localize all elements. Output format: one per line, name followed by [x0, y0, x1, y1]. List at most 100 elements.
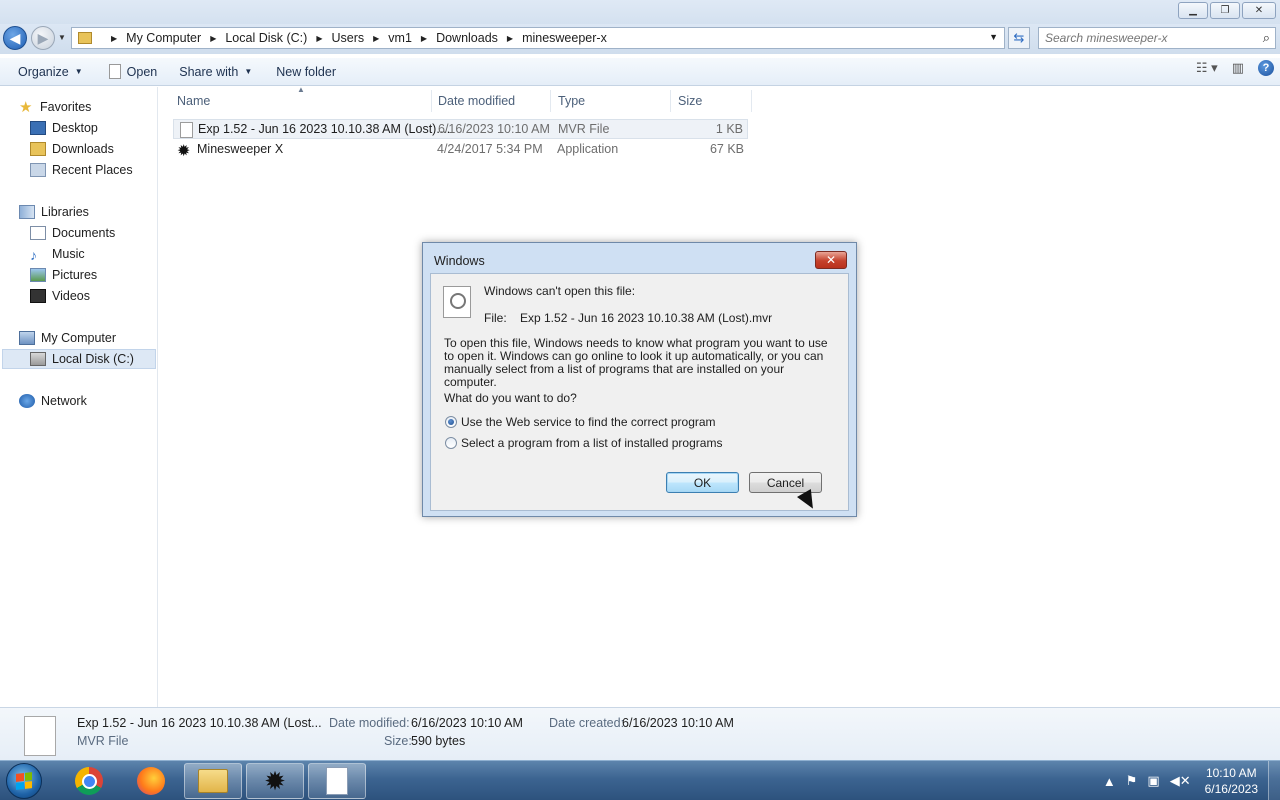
breadcrumb-separator-icon[interactable]: ▶: [421, 34, 427, 43]
taskbar-open-with[interactable]: [308, 763, 366, 799]
details-file-type: MVR File: [77, 734, 129, 748]
back-arrow-icon: ◀: [9, 29, 21, 46]
new-folder-button[interactable]: New folder: [268, 59, 344, 85]
search-input[interactable]: [1045, 31, 1245, 45]
breadcrumb-separator-icon[interactable]: ▶: [210, 34, 216, 43]
breadcrumb-separator-icon[interactable]: ▶: [373, 34, 379, 43]
file-row-minesweeper[interactable]: ✹ Minesweeper X 4/24/2017 5:34 PM Applic…: [173, 140, 748, 160]
breadcrumb-minesweeper-x[interactable]: minesweeper-x: [522, 31, 607, 45]
chrome-icon: [75, 767, 103, 795]
file-size: 1 KB: [715, 122, 743, 136]
sidebar-item-libraries[interactable]: Libraries: [19, 202, 89, 222]
address-dropdown-icon[interactable]: ▼: [989, 32, 998, 42]
search-icon[interactable]: ⌕: [1263, 30, 1270, 46]
action-center-flag-icon[interactable]: ⚑: [1126, 773, 1138, 789]
chevron-down-icon: ▼: [244, 67, 253, 76]
clock-date: 6/16/2023: [1204, 782, 1258, 796]
help-icon[interactable]: ?: [1258, 60, 1274, 76]
back-button[interactable]: ◀: [3, 26, 27, 50]
sidebar-item-music[interactable]: ♪ Music: [30, 244, 85, 264]
network-status-icon[interactable]: ▣: [1147, 773, 1159, 789]
sidebar-item-documents[interactable]: Documents: [30, 223, 115, 243]
breadcrumb-separator-icon[interactable]: ▶: [507, 34, 513, 43]
sidebar-item-downloads[interactable]: Downloads: [30, 139, 114, 159]
file-name: Minesweeper X: [197, 142, 284, 156]
file-row-mvr[interactable]: Exp 1.52 - Jun 16 2023 10.10.38 AM (Lost…: [173, 119, 748, 139]
breadcrumb-local-disk[interactable]: Local Disk (C:): [225, 31, 307, 45]
magnifier-file-icon: [443, 286, 471, 318]
column-header-name[interactable]: Name: [173, 90, 432, 112]
show-hidden-icons-icon[interactable]: ▲: [1103, 774, 1116, 789]
mine-icon: ✹: [264, 765, 286, 796]
breadcrumb-vm1[interactable]: vm1: [388, 31, 412, 45]
music-icon: ♪: [30, 247, 37, 263]
forward-button[interactable]: ▶: [31, 26, 55, 50]
sidebar-item-network[interactable]: Network: [19, 391, 87, 411]
clock[interactable]: 10:10 AM 6/16/2023: [1205, 765, 1258, 797]
radio-web-service[interactable]: Use the Web service to find the correct …: [445, 415, 716, 429]
column-header-size[interactable]: Size: [674, 90, 752, 112]
minimize-button[interactable]: ▁: [1178, 2, 1208, 19]
start-button[interactable]: [6, 763, 42, 799]
restore-icon: ❐: [1220, 5, 1230, 16]
breadcrumb-my-computer[interactable]: My Computer: [126, 31, 201, 45]
address-bar[interactable]: ▶ My Computer ▶ Local Disk (C:) ▶ Users …: [71, 27, 1005, 49]
column-header-label: Date modified: [438, 94, 516, 108]
organize-button[interactable]: Organize ▼: [10, 59, 91, 85]
sidebar-item-label: Desktop: [52, 121, 98, 135]
videos-icon: [30, 289, 46, 303]
taskbar-minesweeper[interactable]: ✹: [246, 763, 304, 799]
file-size: 67 KB: [709, 142, 744, 156]
radio-selected-icon[interactable]: [445, 416, 457, 428]
windows-logo-icon: [16, 772, 32, 790]
libraries-icon: [19, 205, 35, 219]
sidebar-item-label: Documents: [52, 226, 116, 240]
dialog-close-button[interactable]: ✕: [815, 251, 847, 269]
sidebar-item-videos[interactable]: Videos: [30, 286, 90, 306]
breadcrumb-separator-icon[interactable]: ▶: [316, 34, 322, 43]
dialog-body: Windows can't open this file: File: Exp …: [430, 273, 849, 511]
hard-disk-icon: [30, 352, 46, 366]
share-with-button[interactable]: Share with ▼: [171, 59, 260, 85]
breadcrumb-downloads[interactable]: Downloads: [436, 31, 498, 45]
breadcrumb-separator-icon[interactable]: ▶: [111, 34, 117, 43]
sidebar-item-local-disk[interactable]: Local Disk (C:): [2, 349, 156, 369]
ok-button[interactable]: OK: [666, 472, 739, 493]
show-desktop-button[interactable]: [1268, 761, 1280, 800]
recent-places-icon: [30, 163, 46, 177]
file-date-modified: 6/16/2023 10:10 AM: [438, 122, 550, 136]
column-header-type[interactable]: Type: [554, 90, 671, 112]
details-size: 590 bytes: [411, 734, 466, 748]
window-controls: ▁ ❐ ✕: [1178, 2, 1276, 19]
recent-pages-dropdown[interactable]: ▼: [58, 33, 66, 42]
breadcrumb-users[interactable]: Users: [331, 31, 364, 45]
radio-unselected-icon[interactable]: [445, 437, 457, 449]
volume-muted-icon[interactable]: ◀✕: [1170, 773, 1191, 789]
radio-installed-programs[interactable]: Select a program from a list of installe…: [445, 436, 722, 450]
column-header-date-modified[interactable]: Date modified: [434, 90, 551, 112]
desktop-icon: [30, 121, 46, 135]
taskbar-firefox[interactable]: [122, 763, 180, 799]
refresh-button[interactable]: ⇆: [1008, 27, 1030, 49]
dialog-file-name: Exp 1.52 - Jun 16 2023 10.10.38 AM (Lost…: [520, 311, 773, 325]
open-with-dialog: Windows ✕ Windows can't open this file: …: [422, 242, 857, 517]
folder-icon: [78, 32, 92, 44]
share-with-label: Share with: [179, 64, 239, 79]
taskbar-chrome[interactable]: [60, 763, 118, 799]
search-box[interactable]: ⌕: [1038, 27, 1276, 49]
file-type: MVR File: [558, 122, 610, 136]
sidebar-item-pictures[interactable]: Pictures: [30, 265, 97, 285]
view-controls: ☷ ▾ ▥ ?: [1196, 60, 1274, 76]
sidebar-item-desktop[interactable]: Desktop: [30, 118, 98, 138]
open-button[interactable]: Open: [101, 59, 166, 85]
restore-button[interactable]: ❐: [1210, 2, 1240, 19]
preview-pane-icon[interactable]: ▥: [1232, 60, 1244, 76]
sidebar-item-favorites[interactable]: ★ Favorites: [19, 97, 91, 117]
taskbar-explorer[interactable]: [184, 763, 242, 799]
sidebar-item-my-computer[interactable]: My Computer: [19, 328, 116, 348]
close-window-button[interactable]: ✕: [1242, 2, 1276, 19]
downloads-folder-icon: [30, 142, 46, 156]
file-type: Application: [557, 142, 619, 156]
change-view-icon[interactable]: ☷ ▾: [1196, 60, 1218, 76]
sidebar-item-recent-places[interactable]: Recent Places: [30, 160, 133, 180]
